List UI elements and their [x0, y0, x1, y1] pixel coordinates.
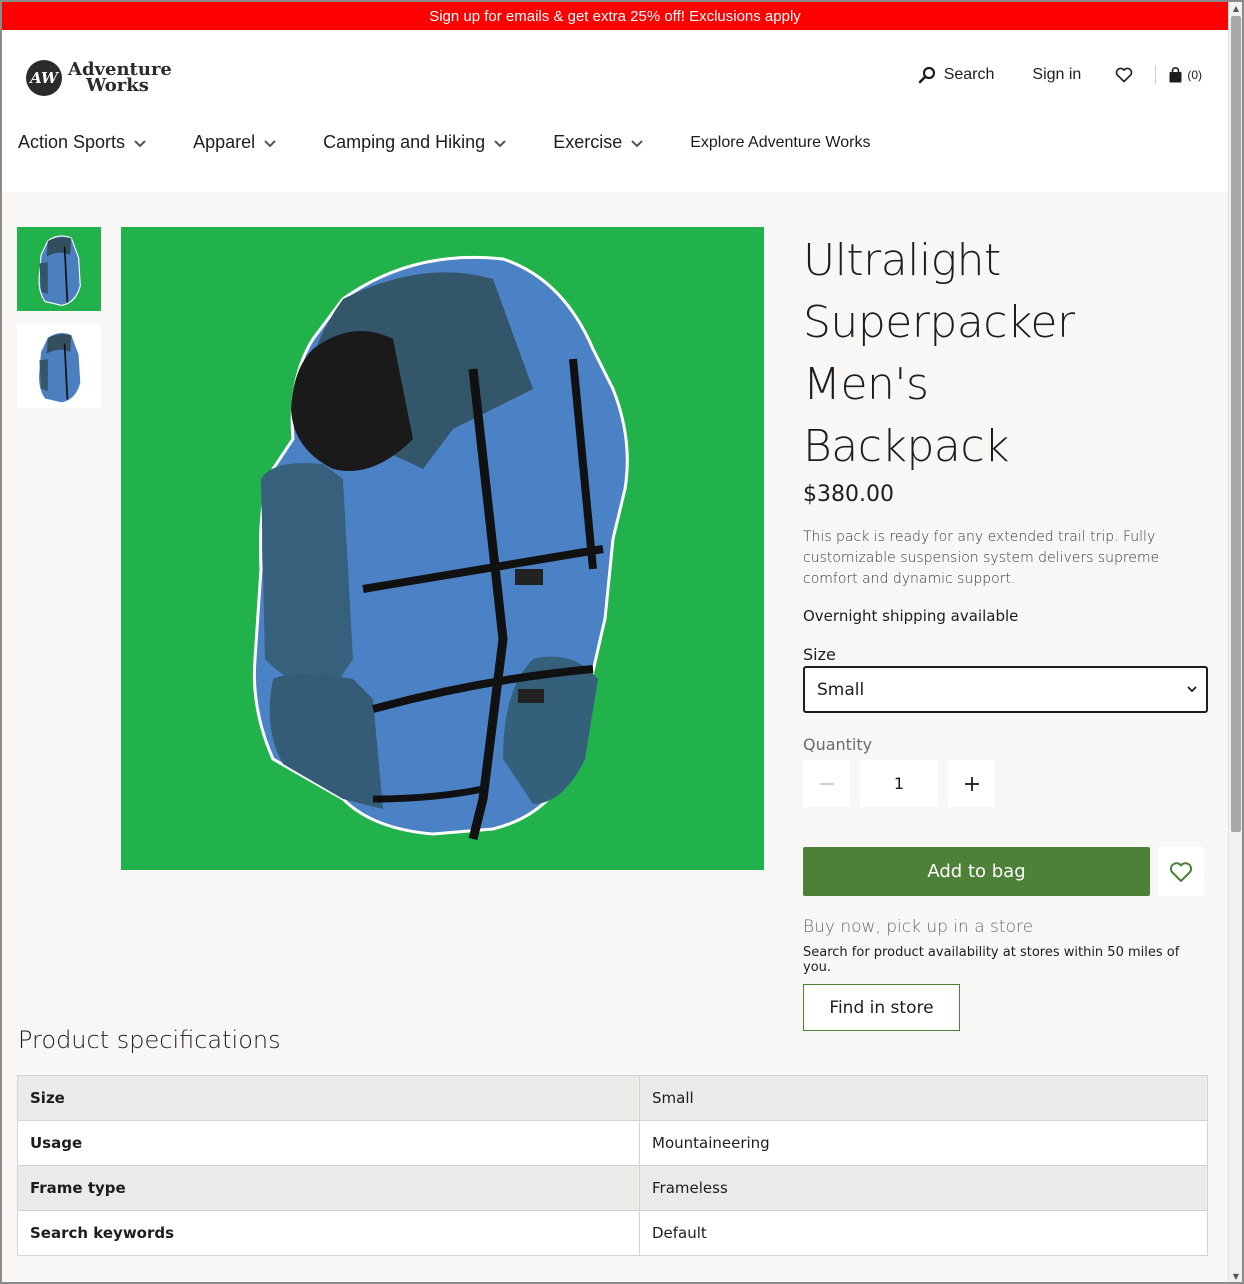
main-product-image[interactable] [121, 227, 764, 870]
chevron-down-icon [264, 139, 276, 147]
cart-count: (0) [1187, 68, 1202, 82]
brand-logo[interactable]: AW Adventure Works [26, 60, 172, 96]
nav-item-label: Camping and Hiking [323, 132, 486, 152]
logo-line-2: Works [86, 75, 149, 96]
pickup-title: Buy now, pick up in a store [803, 917, 1034, 937]
spec-value: Mountaineering [639, 1120, 1208, 1166]
spec-key: Size [17, 1075, 640, 1121]
plus-icon [964, 776, 979, 791]
nav-item-action-sports[interactable]: Action Sports [18, 132, 147, 153]
quantity-decrease-button[interactable] [803, 760, 850, 807]
nav-item-label: Exercise [553, 132, 623, 152]
size-label: Size [803, 645, 836, 664]
cta-row: Add to bag [803, 847, 1208, 896]
spec-key: Frame type [17, 1165, 640, 1211]
size-select[interactable]: Small [803, 666, 1208, 713]
product-description: This pack is ready for any extended trai… [803, 529, 1160, 587]
nav-item-camping-and-hiking[interactable]: Camping and Hiking [323, 132, 507, 153]
nav-item-label: Apparel [193, 132, 256, 152]
gallery-thumbnail-1[interactable] [17, 227, 101, 311]
shipping-note: Overnight shipping available [803, 607, 1019, 625]
wishlist-button[interactable] [1115, 67, 1133, 83]
pickup-subtitle: Search for product availability at store… [803, 945, 1180, 975]
utility-divider [1155, 66, 1157, 84]
size-selected-value: Small [817, 679, 865, 700]
nav-item-label: Action Sports [18, 132, 126, 152]
shopping-bag-icon [1169, 67, 1182, 83]
scroll-up-arrow-icon[interactable]: ▲ [1229, 2, 1243, 14]
category-nav: Action Sports Apparel Camping and Hiking… [18, 132, 916, 153]
chevron-down-icon [631, 139, 643, 147]
quantity-input[interactable]: 1 [860, 760, 938, 807]
product-title-line-1: Ultralight [803, 235, 1001, 286]
nav-item-label: Explore Adventure Works [690, 133, 871, 151]
chevron-down-icon [494, 139, 506, 147]
site-header: AW Adventure Works Search Sign in (0) Ac… [2, 30, 1228, 192]
nav-item-explore[interactable]: Explore Adventure Works [690, 134, 870, 152]
scroll-thumb[interactable] [1231, 16, 1241, 832]
quantity-stepper: 1 [803, 760, 1208, 807]
table-row: Usage Mountaineering [17, 1120, 1208, 1166]
quantity-increase-button[interactable] [948, 760, 995, 807]
promo-text: Sign up for emails & get extra 25% off! … [429, 7, 801, 25]
nav-item-apparel[interactable]: Apparel [193, 132, 277, 153]
product-price: $380.00 [803, 482, 894, 507]
spec-key: Search keywords [17, 1210, 640, 1256]
logo-wordmark: Adventure Works [68, 61, 172, 96]
logo-badge: AW [26, 60, 62, 96]
promo-banner[interactable]: Sign up for emails & get extra 25% off! … [2, 2, 1228, 30]
nav-item-exercise[interactable]: Exercise [553, 132, 644, 153]
specs-table: Size Small Usage Mountaineering Frame ty… [17, 1075, 1208, 1256]
add-to-wishlist-button[interactable] [1158, 847, 1204, 896]
product-title-line-3: Backpack [803, 421, 1010, 472]
heart-icon [1169, 861, 1193, 882]
buy-box: Ultralight Superpacker Men's Backpack $3… [803, 230, 1208, 1031]
chevron-down-icon [1187, 686, 1197, 693]
utility-nav: Search Sign in (0) [918, 66, 1202, 84]
backpack-thumbnail-image [38, 235, 81, 306]
chevron-down-icon [134, 139, 146, 147]
page-scrollbar[interactable]: ▲ ▼ [1228, 2, 1242, 1282]
product-title: Ultralight Superpacker Men's Backpack [803, 230, 1208, 478]
search-label: Search [943, 66, 995, 83]
heart-icon [1116, 67, 1133, 83]
spec-value: Default [639, 1210, 1208, 1256]
sign-in-label: Sign in [1032, 66, 1082, 83]
table-row: Frame type Frameless [17, 1165, 1208, 1211]
sign-in-link[interactable]: Sign in [1032, 66, 1081, 84]
table-row: Search keywords Default [17, 1210, 1208, 1256]
quantity-label: Quantity [803, 735, 873, 754]
search-button[interactable]: Search [918, 66, 995, 84]
spec-value: Frameless [639, 1165, 1208, 1211]
minus-icon [819, 782, 834, 785]
search-icon [918, 66, 935, 84]
specs-title: Product specifications [18, 1026, 281, 1054]
cart-button[interactable]: (0) [1168, 67, 1202, 83]
spec-key: Usage [17, 1120, 640, 1166]
add-to-bag-button[interactable]: Add to bag [803, 847, 1150, 896]
backpack-thumbnail-image [39, 332, 81, 403]
spec-value: Small [639, 1075, 1208, 1121]
find-in-store-button[interactable]: Find in store [803, 984, 960, 1031]
scroll-down-arrow-icon[interactable]: ▼ [1229, 1270, 1243, 1282]
gallery-thumbnail-2[interactable] [17, 324, 101, 408]
table-row: Size Small [17, 1075, 1208, 1121]
product-title-line-2: Superpacker Men's [803, 297, 1075, 410]
backpack-product-image [252, 255, 629, 840]
